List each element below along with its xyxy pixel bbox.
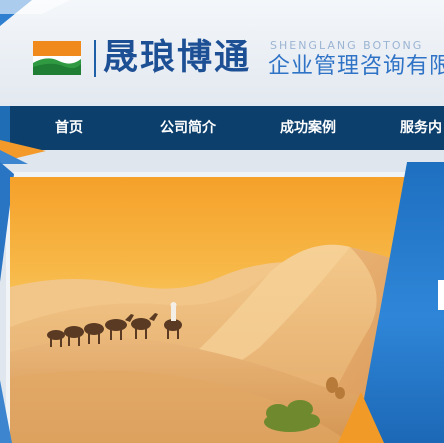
logo-divider: [94, 40, 96, 77]
brand-subtitle: 企业管理咨询有限: [268, 54, 444, 79]
logo-icon[interactable]: [33, 41, 81, 75]
nav-item-home[interactable]: 首页: [55, 106, 83, 150]
nav-item-about[interactable]: 公司简介: [160, 106, 216, 150]
site-header: 晟琅博通 SHENGLANG BOTONG 企业管理咨询有限: [0, 0, 444, 106]
nav-item-cases[interactable]: 成功案例: [280, 106, 336, 150]
brand-name-english: SHENGLANG BOTONG: [270, 39, 424, 52]
corner-highlight: [0, 0, 70, 14]
main-nav: 首页 公司简介 成功案例 服务内: [10, 106, 444, 150]
banner-text-fragment: [438, 280, 444, 310]
nav-item-services[interactable]: 服务内: [400, 106, 442, 150]
brand-name[interactable]: 晟琅博通: [103, 36, 251, 80]
